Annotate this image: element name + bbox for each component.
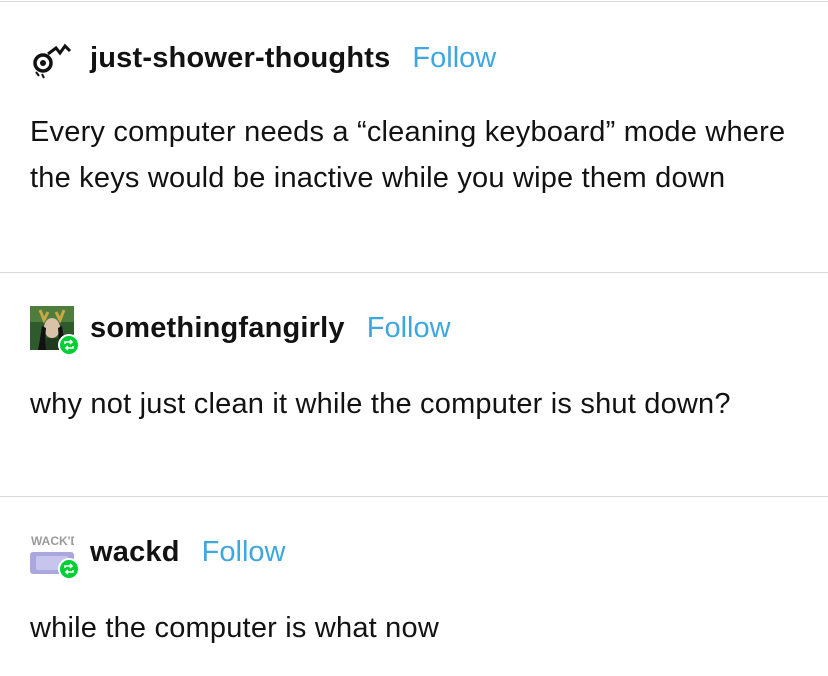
post-text: while the computer is what now: [30, 612, 439, 644]
follow-button[interactable]: Follow: [412, 42, 496, 75]
reblog-icon: [58, 558, 80, 580]
post-header: WACK'D wackd Follow: [30, 530, 286, 580]
post-2: somethingfangirly Follow why not just cl…: [0, 272, 828, 496]
avatar[interactable]: WACK'D: [30, 530, 80, 580]
avatar[interactable]: [30, 306, 80, 356]
username[interactable]: wackd: [90, 536, 180, 569]
post-text: why not just clean it while the computer…: [30, 388, 731, 420]
post-1: just-shower-thoughts Follow Every comput…: [0, 0, 828, 272]
follow-button[interactable]: Follow: [202, 536, 286, 569]
follow-button[interactable]: Follow: [367, 312, 451, 345]
post-header: just-shower-thoughts Follow: [30, 36, 496, 80]
showerhead-icon: [30, 36, 74, 80]
post-3: WACK'D wackd Follow while the computer i…: [0, 496, 828, 676]
avatar[interactable]: [30, 36, 74, 80]
post-header: somethingfangirly Follow: [30, 306, 451, 356]
post-text: Every computer needs a “cleaning keyboar…: [30, 116, 786, 194]
username[interactable]: somethingfangirly: [90, 312, 345, 345]
username[interactable]: just-shower-thoughts: [90, 42, 390, 75]
reblog-icon: [58, 334, 80, 356]
wackd-logo-text: WACK'D: [31, 534, 74, 548]
